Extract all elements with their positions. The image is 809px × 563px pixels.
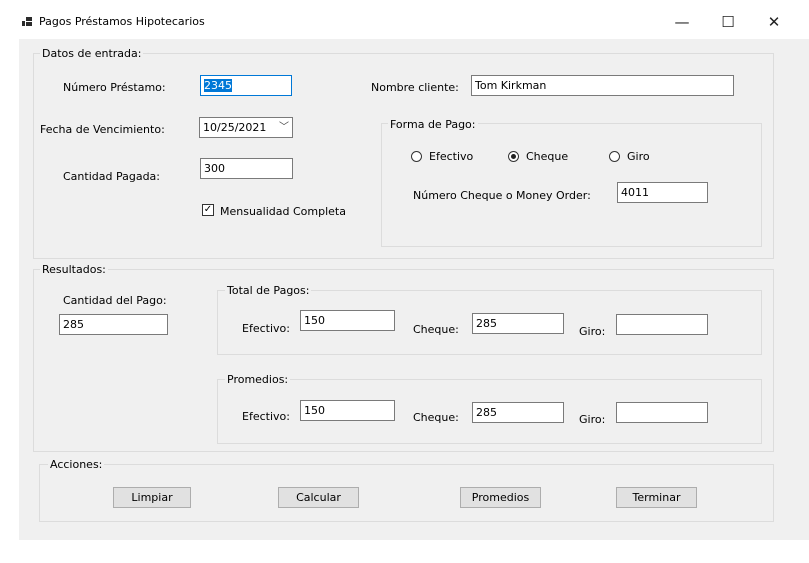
prom-cheque-output[interactable]: 285 [472, 402, 564, 423]
app-window: Pagos Préstamos Hipotecarios — ☐ ✕ Datos… [19, 5, 809, 540]
fecha-vencimiento-label: Fecha de Vencimiento: [40, 123, 165, 136]
acciones-legend: Acciones: [48, 458, 105, 471]
prom-giro-output[interactable] [616, 402, 708, 423]
forma-pago-legend: Forma de Pago: [388, 118, 478, 131]
total-efectivo-label: Efectivo: [242, 322, 290, 335]
prom-cheque-label: Cheque: [413, 411, 459, 424]
promedios-button[interactable]: Promedios [460, 487, 541, 508]
total-giro-output[interactable] [616, 314, 708, 335]
mensualidad-label[interactable]: Mensualidad Completa [220, 205, 346, 218]
numero-prestamo-input[interactable]: 2345 [200, 75, 292, 96]
minimize-button[interactable]: — [659, 5, 705, 39]
title-bar[interactable]: Pagos Préstamos Hipotecarios — ☐ ✕ [19, 5, 809, 39]
cheque-radio-label[interactable]: Cheque [526, 150, 568, 163]
total-cheque-output[interactable]: 285 [472, 313, 564, 334]
giro-radio-label[interactable]: Giro [627, 150, 650, 163]
limpiar-button[interactable]: Limpiar [113, 487, 191, 508]
datos-entrada-legend: Datos de entrada: [40, 47, 144, 60]
mensualidad-checkbox[interactable]: ✓ [202, 204, 214, 216]
total-cheque-label: Cheque: [413, 323, 459, 336]
maximize-button[interactable]: ☐ [705, 5, 751, 39]
total-pagos-legend: Total de Pagos: [225, 284, 312, 297]
nombre-cliente-label: Nombre cliente: [371, 81, 459, 94]
giro-radio[interactable] [609, 151, 620, 162]
numero-cheque-input[interactable]: 4011 [617, 182, 708, 203]
close-button[interactable]: ✕ [751, 5, 797, 39]
prom-efectivo-output[interactable]: 150 [300, 400, 395, 421]
calcular-button[interactable]: Calcular [278, 487, 359, 508]
terminar-button[interactable]: Terminar [616, 487, 697, 508]
numero-prestamo-label: Número Préstamo: [63, 81, 166, 94]
numero-cheque-label: Número Cheque o Money Order: [413, 189, 591, 202]
nombre-cliente-input[interactable]: Tom Kirkman [471, 75, 734, 96]
prom-efectivo-label: Efectivo: [242, 410, 290, 423]
efectivo-radio[interactable] [411, 151, 422, 162]
fecha-vencimiento-picker[interactable]: 10/25/2021 ﹀ [199, 117, 293, 138]
resultados-legend: Resultados: [40, 263, 108, 276]
cantidad-pago-label: Cantidad del Pago: [63, 294, 167, 307]
cantidad-pagada-input[interactable]: 300 [200, 158, 293, 179]
cantidad-pagada-label: Cantidad Pagada: [63, 170, 160, 183]
app-form-icon [22, 17, 32, 26]
fecha-vencimiento-value: 10/25/2021 [203, 121, 267, 134]
window-title: Pagos Préstamos Hipotecarios [39, 15, 205, 28]
total-efectivo-output[interactable]: 150 [300, 310, 395, 331]
efectivo-radio-label[interactable]: Efectivo [429, 150, 473, 163]
cheque-radio[interactable] [508, 151, 519, 162]
chevron-down-icon[interactable]: ﹀ [279, 118, 289, 137]
prom-giro-label: Giro: [579, 413, 606, 426]
cantidad-pago-output[interactable]: 285 [59, 314, 168, 335]
total-giro-label: Giro: [579, 325, 606, 338]
promedios-legend: Promedios: [225, 373, 291, 386]
